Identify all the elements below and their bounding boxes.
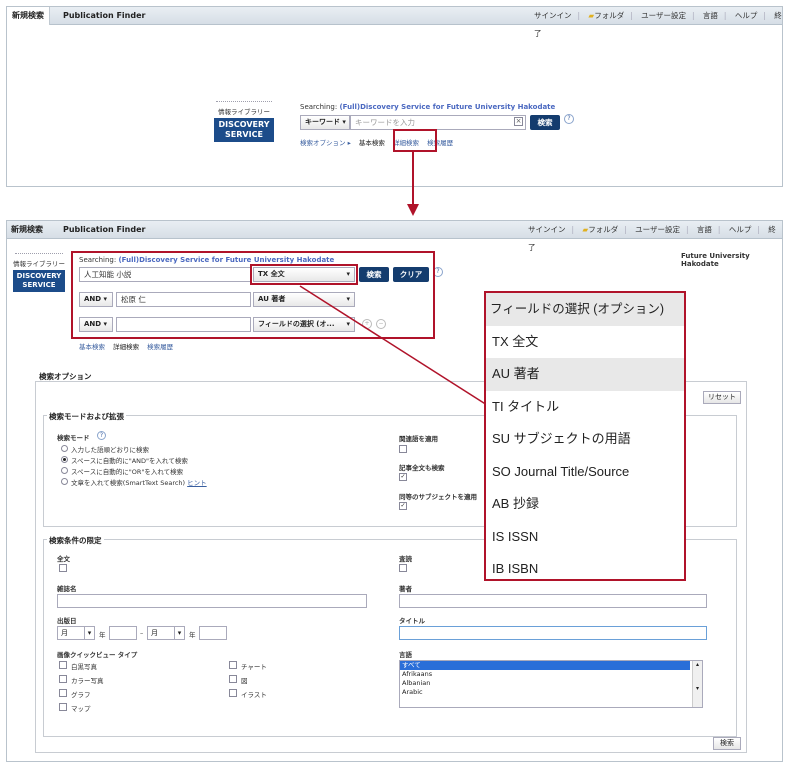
dropdown-option-tx[interactable]: TX 全文 xyxy=(486,326,684,359)
dropdown-option-so[interactable]: SO Journal Title/Source xyxy=(486,456,684,489)
dropdown-option-ti[interactable]: TI タイトル xyxy=(486,391,684,424)
dropdown-option-is[interactable]: IS ISSN xyxy=(486,521,684,554)
dropdown-option-ab[interactable]: AB 抄録 xyxy=(486,488,684,521)
dropdown-option-au[interactable]: AU 著者 xyxy=(486,358,684,391)
dropdown-option-none[interactable]: フィールドの選択 (オプション) xyxy=(486,293,684,326)
dropdown-option-ib[interactable]: IB ISBN xyxy=(486,553,684,586)
dropdown-option-su[interactable]: SU サブジェクトの用語 xyxy=(486,423,684,456)
field-select-dropdown[interactable]: フィールドの選択 (オプション) TX 全文 AU 著者 TI タイトル SU … xyxy=(484,291,686,581)
